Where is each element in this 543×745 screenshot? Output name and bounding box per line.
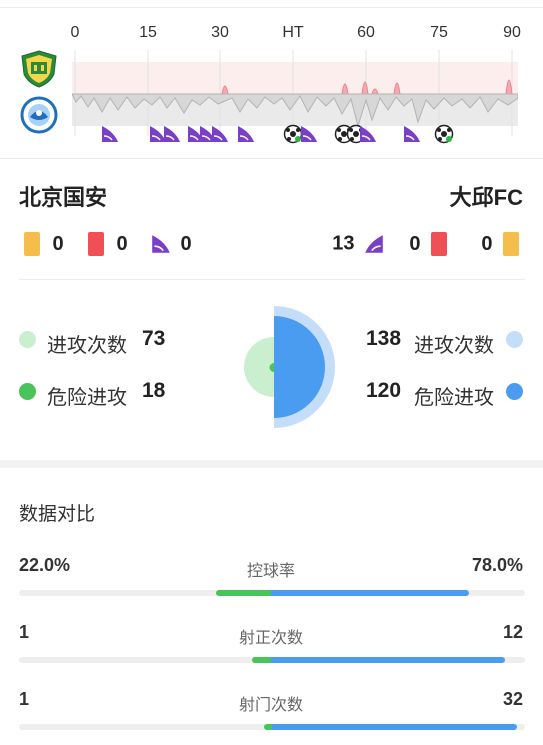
away-team-name: 大邱FC: [449, 185, 523, 210]
shots-on-target-bar-away: [271, 657, 505, 663]
possession-away: 78.0%: [471, 555, 523, 575]
corner-kick-icon: [164, 126, 180, 142]
away-red-count: 0: [409, 232, 421, 255]
home-attack-dot: [19, 331, 36, 348]
away-attacks-label: 进攻次数: [414, 335, 494, 357]
home-attacks-value: 73: [142, 327, 166, 350]
corner-kick-icon: [212, 126, 228, 142]
corner-kick-icon: [404, 126, 420, 142]
possession-bar: [19, 590, 525, 596]
divider: [19, 279, 525, 280]
beijing-guoan-logo: [21, 50, 57, 88]
timeline-tick-60: 60: [357, 24, 375, 41]
timeline-tick-90: 90: [503, 24, 521, 41]
red-card-icon: [430, 232, 447, 256]
possession-home: 22.0%: [19, 555, 71, 575]
shots-label: 射门次数: [238, 697, 304, 714]
away-corner-count: 13: [332, 232, 355, 255]
yellow-card-icon: [24, 232, 40, 256]
away-dangerous-value: 120: [366, 379, 402, 402]
possession-bar-home: [216, 590, 271, 596]
possession-bar-away: [271, 590, 469, 596]
away-event-counts: 13 0 0: [332, 232, 519, 262]
shots-bar: [19, 724, 525, 730]
shots-on-target-away: 12: [502, 622, 523, 642]
away-dangerous-dot: [506, 383, 523, 400]
away-dangerous-label: 危险进攻: [414, 387, 494, 409]
home-dangerous-dot: [19, 383, 36, 400]
comparison-title: 数据对比: [19, 504, 96, 525]
timeline-tick-15: 15: [139, 24, 157, 41]
away-attack-dot: [506, 331, 523, 348]
away-yellow-count: 0: [481, 232, 493, 255]
home-team-name: 北京国安: [19, 185, 108, 210]
home-yellow-count: 0: [52, 232, 64, 255]
attack-comparison-graphic: [244, 306, 335, 428]
shots-on-target-label: 射正次数: [238, 630, 304, 647]
shots-on-target-bar: [19, 657, 525, 663]
corner-kick-icon: [238, 126, 254, 142]
corner-kick-icon: [365, 235, 383, 253]
divider: [0, 7, 543, 8]
home-dangerous-value: 18: [142, 379, 166, 402]
timeline-tick-30: 30: [211, 24, 229, 41]
timeline-events: [0, 120, 543, 152]
shots-on-target-bar-home: [252, 657, 271, 663]
yellow-card-icon: [503, 232, 519, 256]
home-attacks-label: 进攻次数: [47, 335, 127, 357]
shots-away: 32: [502, 689, 523, 709]
shots-bar-home: [264, 724, 272, 730]
home-corner-count: 0: [180, 232, 192, 255]
corner-kick-icon: [301, 126, 317, 142]
home-event-counts: 0 0 0: [24, 232, 192, 262]
corner-kick-icon: [152, 235, 170, 253]
shots-bar-away: [272, 724, 517, 730]
home-red-count: 0: [116, 232, 128, 255]
match-timeline: 0 15 30 HT 60 75 90: [0, 0, 543, 158]
timeline-tick-0: 0: [70, 24, 80, 41]
timeline-tick-ht: HT: [282, 24, 304, 41]
corner-kick-icon: [360, 126, 376, 142]
goal-ball-icon: [434, 124, 454, 144]
corner-kick-icon: [102, 126, 118, 142]
possession-label: 控球率: [246, 563, 296, 580]
red-card-icon: [88, 232, 105, 256]
shots-home: 1: [19, 689, 30, 709]
divider: [0, 158, 543, 159]
timeline-tick-75: 75: [430, 24, 448, 41]
away-attacks-value: 138: [366, 327, 402, 350]
home-dangerous-label: 危险进攻: [47, 387, 127, 409]
shots-on-target-home: 1: [19, 622, 30, 642]
section-divider: [0, 460, 543, 468]
